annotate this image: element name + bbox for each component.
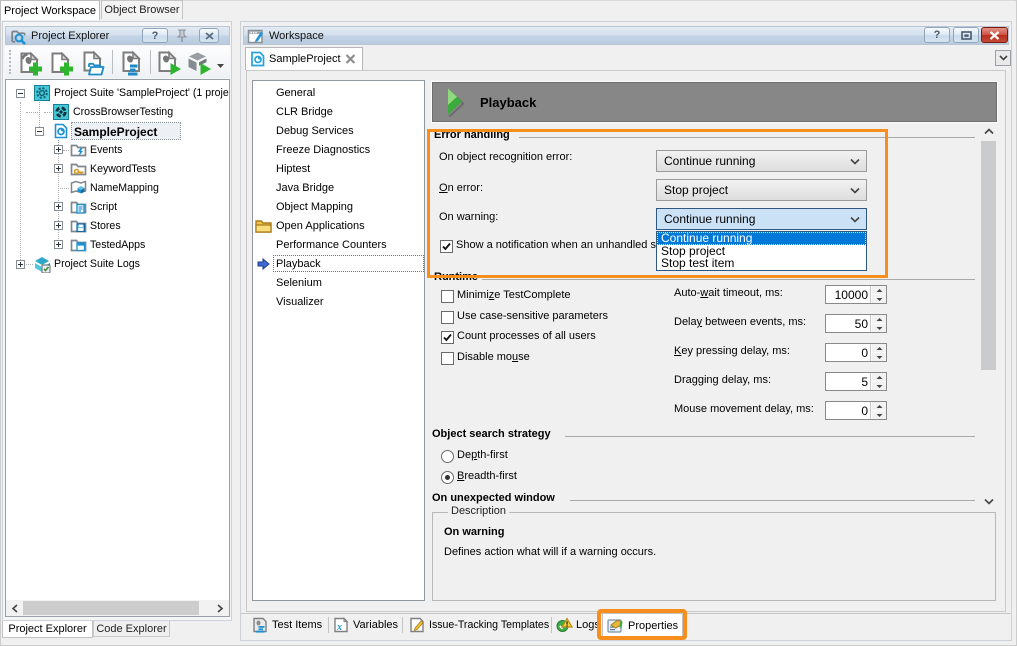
svg-text:x: x [336,622,342,633]
